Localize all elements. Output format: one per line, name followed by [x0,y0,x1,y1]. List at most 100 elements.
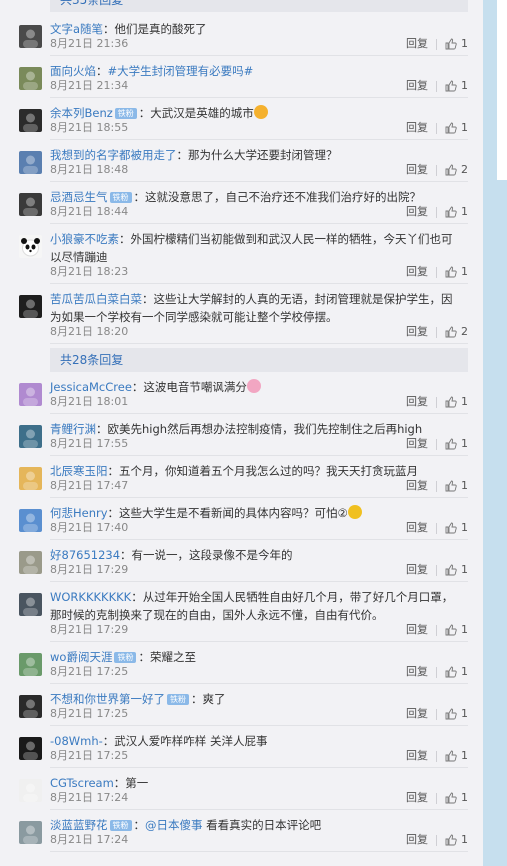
like-button[interactable]: 1 [436,706,468,722]
reply-button[interactable]: 回复 [406,478,428,494]
username-link[interactable]: 我想到的名字都被用走了 [50,148,177,162]
avatar[interactable] [19,235,42,258]
divider [436,38,437,50]
divider [436,80,437,92]
timestamp: 8月21日 18:20 [50,325,129,338]
avatar[interactable] [19,593,42,616]
username-link[interactable]: 小狼豪不吃素 [50,232,119,246]
username-link[interactable]: -08Wmh- [50,734,103,748]
comment-text: 苦瓜苦瓜白菜白菜：这些让大学解封的人真的无语，封闭管理就是保护学生，因为如果一个… [50,290,460,326]
username-link[interactable]: 何悲Henry [50,506,108,520]
avatar[interactable] [19,193,42,216]
username-link[interactable]: 青鲤行渊 [50,422,96,436]
username-link[interactable]: wo爵阅天涯 [50,650,112,664]
reply-button[interactable]: 回复 [406,562,428,578]
reply-button[interactable]: 回复 [406,36,428,52]
username-link[interactable]: CGTscream [50,776,114,790]
avatar[interactable] [19,151,42,174]
avatar[interactable] [19,67,42,90]
comment-meta: 8月21日 17:25 回复 1 [50,748,468,764]
avatar[interactable] [19,551,42,574]
reply-button[interactable]: 回复 [406,664,428,680]
reply-button[interactable]: 回复 [406,162,428,178]
reply-count-header[interactable]: 共28条回复 [50,348,468,372]
like-button[interactable]: 1 [436,204,468,220]
username-link[interactable]: 好87651234 [50,548,120,562]
reply-button[interactable]: 回复 [406,832,428,848]
mention-link[interactable]: @日本傻事 [145,818,203,832]
avatar[interactable] [19,295,42,318]
timestamp: 8月21日 17:29 [50,623,129,636]
like-button[interactable]: 1 [436,36,468,52]
reply-button[interactable]: 回复 [406,790,428,806]
avatar[interactable] [19,467,42,490]
comment-item: 不想和你世界第一好了 铁粉 ：爽了 8月21日 17:25 回复 1 [0,684,483,726]
comment-text: 小狼豪不吃素：外国柠檬精们当初能做到和武汉人民一样的牺牲，今天丫们也可以尽情蹦迪 [50,230,460,266]
avatar[interactable] [19,695,42,718]
like-button[interactable]: 1 [436,120,468,136]
like-button[interactable]: 1 [436,264,468,280]
reply-button[interactable]: 回复 [406,324,428,340]
thumb-up-icon [445,438,457,450]
username-link[interactable]: 文字a随笔 [50,22,103,36]
thumb-up-icon [445,80,457,92]
like-button[interactable]: 1 [436,520,468,536]
avatar[interactable] [19,779,42,802]
username-link[interactable]: 不想和你世界第一好了 [50,692,165,706]
comment-body: 欧美先high然后再想办法控制疫情，我们先控制住之后再high [107,422,423,436]
like-button[interactable]: 1 [436,832,468,848]
comment-meta: 8月21日 21:34 回复 1 [50,78,468,94]
like-button[interactable]: 1 [436,748,468,764]
emoji-icon [253,105,268,119]
like-button[interactable]: 1 [436,790,468,806]
reply-button[interactable]: 回复 [406,436,428,452]
reply-button[interactable]: 回复 [406,520,428,536]
divider [436,326,437,338]
like-button[interactable]: 1 [436,436,468,452]
like-button[interactable]: 2 [436,324,468,340]
username-link[interactable]: 淡蓝蓝野花 [50,818,108,832]
comment-item: -08Wmh-：武汉人爱咋样咋样 关洋人屁事 8月21日 17:25 回复 1 [0,726,483,768]
username-link[interactable]: WORKKKKKKK [50,590,131,604]
comment-meta: 8月21日 17:55 回复 1 [50,436,468,452]
reply-count-header-top[interactable]: 共35条回复 [50,0,468,12]
avatar[interactable] [19,737,42,760]
avatar[interactable] [19,109,42,132]
reply-button[interactable]: 回复 [406,622,428,638]
reply-button[interactable]: 回复 [406,120,428,136]
username-link[interactable]: 余本列Benz [50,106,113,120]
comment-item: 苦瓜苦瓜白菜白菜：这些让大学解封的人真的无语，封闭管理就是保护学生，因为如果一个… [0,284,483,344]
timestamp: 8月21日 18:23 [50,265,129,278]
username-link[interactable]: 忌酒忌生气 [50,190,108,204]
username-link[interactable]: 北辰寒玉阳 [50,464,108,478]
avatar[interactable] [19,509,42,532]
hashtag-link[interactable]: #大学生封闭管理有必要吗# [108,64,254,78]
like-button[interactable]: 1 [436,622,468,638]
like-button[interactable]: 1 [436,478,468,494]
username-link[interactable]: 面向火焰 [50,64,96,78]
reply-button[interactable]: 回复 [406,204,428,220]
like-count: 1 [461,563,468,576]
like-button[interactable]: 2 [436,162,468,178]
avatar[interactable] [19,383,42,406]
comment-item: 淡蓝蓝野花 铁粉 ：@日本傻事 看看真实的日本评论吧 8月21日 17:24 回复 1 [0,810,483,852]
reply-button[interactable]: 回复 [406,394,428,410]
divider [436,750,437,762]
reply-button[interactable]: 回复 [406,78,428,94]
avatar[interactable] [19,25,42,48]
like-button[interactable]: 1 [436,562,468,578]
timestamp: 8月21日 18:44 [50,205,129,218]
like-button[interactable]: 1 [436,78,468,94]
like-button[interactable]: 1 [436,394,468,410]
like-button[interactable]: 1 [436,664,468,680]
username-link[interactable]: 苦瓜苦瓜白菜白菜 [50,292,142,306]
avatar[interactable] [19,653,42,676]
avatar[interactable] [19,425,42,448]
reply-button[interactable]: 回复 [406,264,428,280]
username-link[interactable]: JessicaMcCree [50,380,132,394]
avatar[interactable] [19,821,42,844]
comment-body: 这就没意思了，自己不治疗还不准我们治疗好的出院？ [145,190,421,204]
reply-button[interactable]: 回复 [406,706,428,722]
reply-button[interactable]: 回复 [406,748,428,764]
colon-separator: ： [119,232,131,246]
